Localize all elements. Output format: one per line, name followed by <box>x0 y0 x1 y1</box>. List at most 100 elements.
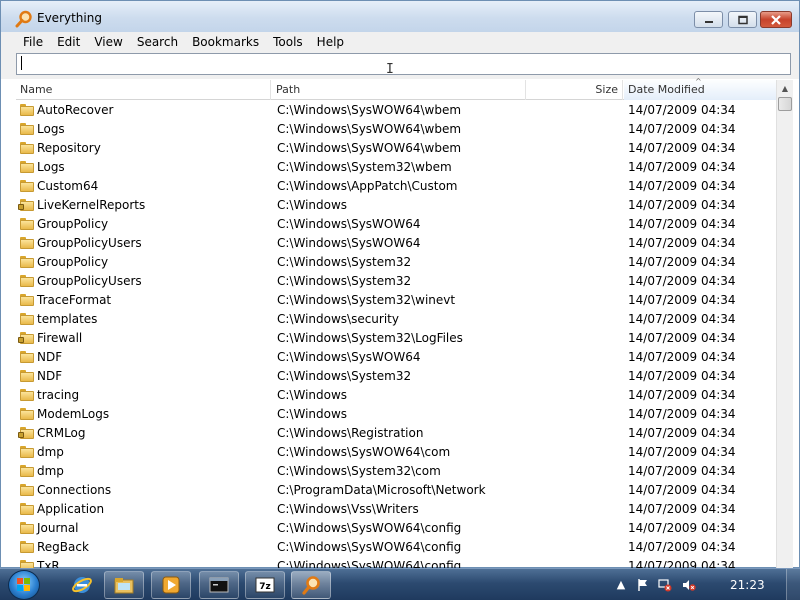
menu-edit[interactable]: Edit <box>50 35 87 49</box>
table-row[interactable]: templates C:\Windows\security 14/07/2009 0… <box>16 310 776 329</box>
media-player-icon <box>162 576 180 594</box>
file-path-cell: C:\Windows\Vss\Writers <box>277 502 419 516</box>
table-row[interactable]: tracing C:\Windows 14/07/2009 04:34 <box>16 386 776 405</box>
menu-bar: File Edit View Search Bookmarks Tools He… <box>1 32 799 52</box>
svg-text:7z: 7z <box>259 582 271 592</box>
scroll-up-arrow-icon[interactable]: ▲ <box>777 80 793 97</box>
column-header-name[interactable]: Name <box>16 80 271 100</box>
file-path-cell: C:\Windows <box>277 407 348 421</box>
table-row[interactable]: NDF C:\Windows\System32 14/07/2009 04:34 <box>16 367 776 386</box>
table-row[interactable]: Custom64 C:\Windows\AppPatch\Custom 14/07/… <box>16 177 776 196</box>
table-row[interactable]: CRMLog C:\Windows\Registration 14/07/2009 … <box>16 424 776 443</box>
taskbar: 7z ▲ 21:23 <box>0 568 800 600</box>
file-name-cell: GroupPolicyUsers <box>37 274 142 288</box>
7-zip-button[interactable]: 7z <box>245 571 285 599</box>
date-modified-cell: 14/07/2009 04:34 <box>628 236 736 250</box>
menu-tools[interactable]: Tools <box>266 35 310 49</box>
volume-muted-icon[interactable] <box>682 578 696 592</box>
title-bar[interactable]: Everything <box>1 1 799 32</box>
table-row[interactable]: TraceFormat C:\Windows\System32\winevt 14/… <box>16 291 776 310</box>
date-modified-cell: 14/07/2009 04:34 <box>628 464 736 478</box>
show-desktop-button[interactable] <box>786 569 800 600</box>
windows-explorer-button[interactable] <box>104 571 144 599</box>
table-row[interactable]: Connections C:\ProgramData\Microsoft\Netw… <box>16 481 776 500</box>
table-row[interactable]: GroupPolicy C:\Windows\SysWOW64 14/07/2009… <box>16 215 776 234</box>
results-list[interactable]: AutoRecover C:\Windows\SysWOW64\wbem 14/07… <box>16 101 776 569</box>
search-bar <box>1 52 799 79</box>
locked-folder-icon <box>18 332 34 344</box>
close-button[interactable] <box>760 11 792 28</box>
file-name-cell: LiveKernelReports <box>37 198 146 212</box>
date-modified-cell: 14/07/2009 04:34 <box>628 141 736 155</box>
table-row[interactable]: NDF C:\Windows\SysWOW64 14/07/2009 04:34 <box>16 348 776 367</box>
file-path-cell: C:\Windows\System32\winevt <box>277 293 456 307</box>
table-row[interactable]: RegBack C:\Windows\SysWOW64\config 14/07/2… <box>16 538 776 557</box>
maximize-button[interactable] <box>728 11 757 28</box>
date-modified-cell: 14/07/2009 04:34 <box>628 103 736 117</box>
file-name-cell: NDF <box>37 350 63 364</box>
taskbar-clock[interactable]: 21:23 <box>730 578 765 592</box>
table-row[interactable]: Repository C:\Windows\SysWOW64\wbem 14/07/… <box>16 139 776 158</box>
file-name-cell: RegBack <box>37 540 89 554</box>
date-modified-cell: 14/07/2009 04:34 <box>628 388 736 402</box>
table-row[interactable]: Logs C:\Windows\System32\wbem 14/07/2009 0… <box>16 158 776 177</box>
date-modified-cell: 14/07/2009 04:34 <box>628 521 736 535</box>
file-path-cell: C:\Windows\Registration <box>277 426 424 440</box>
text-caret <box>21 56 22 70</box>
column-header-size[interactable]: Size <box>527 80 623 100</box>
command-prompt-button[interactable] <box>199 571 239 599</box>
table-row[interactable]: dmp C:\Windows\System32\com 14/07/2009 04:… <box>16 462 776 481</box>
file-name-cell: Custom64 <box>37 179 99 193</box>
windows-logo-icon <box>17 578 30 591</box>
date-modified-cell: 14/07/2009 04:34 <box>628 179 736 193</box>
table-row[interactable]: LiveKernelReports C:\Windows 14/07/2009 04… <box>16 196 776 215</box>
menu-view[interactable]: View <box>87 35 129 49</box>
show-hidden-icons-arrow-icon[interactable]: ▲ <box>614 578 628 592</box>
vertical-scrollbar[interactable]: ▲ <box>776 80 793 569</box>
minimize-button[interactable] <box>694 11 723 28</box>
table-row[interactable]: GroupPolicy C:\Windows\System32 14/07/2009… <box>16 253 776 272</box>
table-row[interactable]: ModemLogs C:\Windows 14/07/2009 04:34 <box>16 405 776 424</box>
file-path-cell: C:\Windows\SysWOW64 <box>277 350 421 364</box>
menu-search[interactable]: Search <box>130 35 185 49</box>
action-center-flag-icon[interactable] <box>636 578 650 592</box>
table-row[interactable]: Firewall C:\Windows\System32\LogFiles 14/0… <box>16 329 776 348</box>
file-name-cell: Firewall <box>37 331 83 345</box>
search-input[interactable] <box>16 53 791 75</box>
table-row[interactable]: GroupPolicyUsers C:\Windows\System32 14/07… <box>16 272 776 291</box>
date-modified-cell: 14/07/2009 04:34 <box>628 122 736 136</box>
table-row[interactable]: Journal C:\Windows\SysWOW64\config 14/07/2… <box>16 519 776 538</box>
table-row[interactable]: AutoRecover C:\Windows\SysWOW64\wbem 14/07… <box>16 101 776 120</box>
scroll-thumb[interactable] <box>778 97 792 111</box>
file-path-cell: C:\Windows\SysWOW64\config <box>277 540 462 554</box>
column-header-path[interactable]: Path <box>272 80 526 100</box>
start-orb[interactable] <box>8 570 40 600</box>
folder-icon <box>20 522 34 534</box>
date-modified-cell: 14/07/2009 04:34 <box>628 255 736 269</box>
file-path-cell: C:\Windows\SysWOW64\wbem <box>277 103 462 117</box>
file-path-cell: C:\Windows\SysWOW64\wbem <box>277 122 462 136</box>
date-modified-cell: 14/07/2009 04:34 <box>628 312 736 326</box>
menu-bookmarks[interactable]: Bookmarks <box>185 35 266 49</box>
magnifier-icon <box>15 10 32 28</box>
file-path-cell: C:\Windows\SysWOW64\wbem <box>277 141 462 155</box>
file-name-cell: ModemLogs <box>37 407 110 421</box>
file-path-cell: C:\ProgramData\Microsoft\Network <box>277 483 486 497</box>
date-modified-cell: 14/07/2009 04:34 <box>628 293 736 307</box>
folder-icon <box>20 484 34 496</box>
menu-help[interactable]: Help <box>310 35 351 49</box>
internet-explorer-button[interactable] <box>62 571 102 599</box>
table-row[interactable]: dmp C:\Windows\SysWOW64\com 14/07/2009 04:… <box>16 443 776 462</box>
network-disconnected-icon[interactable] <box>658 578 672 592</box>
everything-taskbar-button[interactable] <box>291 571 331 599</box>
file-name-cell: dmp <box>37 445 64 459</box>
file-path-cell: C:\Windows <box>277 388 348 402</box>
menu-file[interactable]: File <box>16 35 50 49</box>
table-row[interactable]: Application C:\Windows\Vss\Writers 14/07/2… <box>16 500 776 519</box>
table-row[interactable]: Logs C:\Windows\SysWOW64\wbem 14/07/2009 0… <box>16 120 776 139</box>
file-path-cell: C:\Windows\SysWOW64 <box>277 236 421 250</box>
file-name-cell: GroupPolicyUsers <box>37 236 142 250</box>
date-modified-cell: 14/07/2009 04:34 <box>628 502 736 516</box>
media-player-button[interactable] <box>151 571 191 599</box>
table-row[interactable]: GroupPolicyUsers C:\Windows\SysWOW64 14/07… <box>16 234 776 253</box>
